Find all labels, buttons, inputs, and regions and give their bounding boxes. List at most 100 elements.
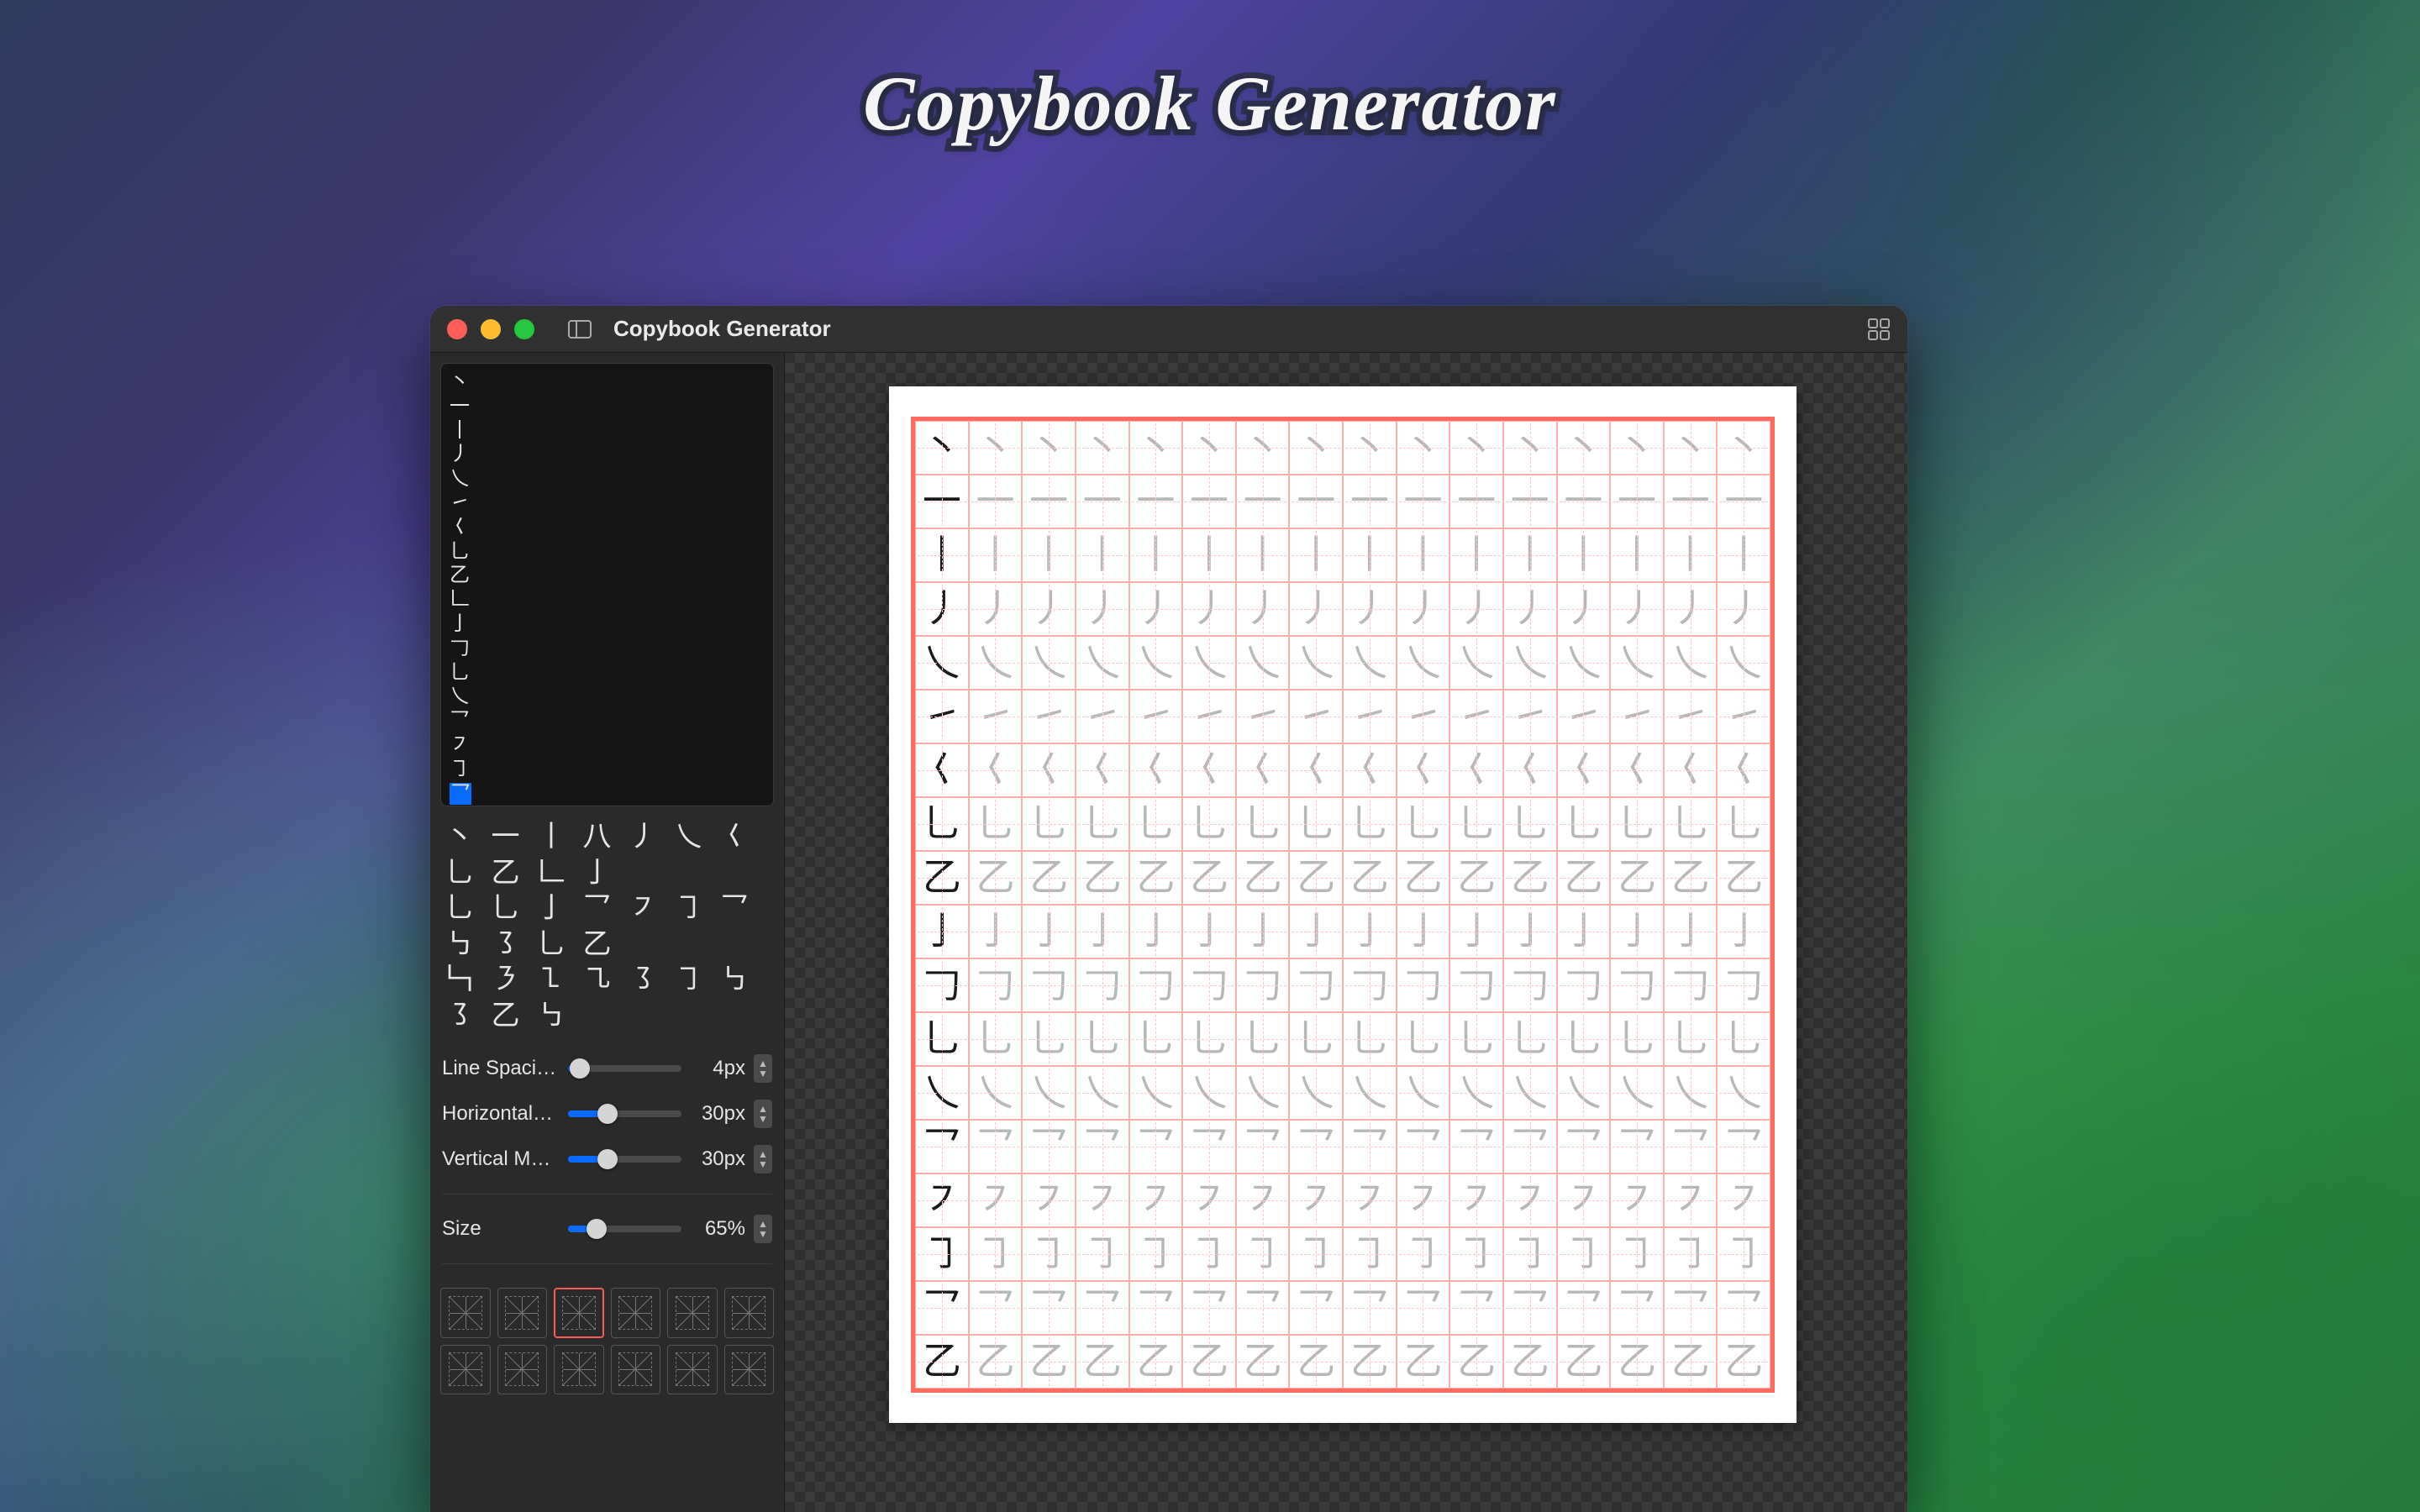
worksheet-cell: ㇆ [1022,1227,1076,1281]
worksheet-cell: 乙 [1397,851,1450,905]
grid-preset-0[interactable] [440,1288,491,1338]
worksheet-cell: 乛 [969,1120,1023,1173]
grid-preset-5[interactable] [724,1288,775,1338]
worksheet-cell: 亅 [1022,905,1076,958]
grid-preset-6[interactable] [440,1345,491,1395]
worksheet-cell: 乙 [915,851,969,905]
worksheet-cell: 乛 [1022,1120,1076,1173]
worksheet-cell: 乀 [1289,1066,1343,1120]
vertical-margin-stepper[interactable]: ▲▼ [754,1145,772,1173]
worksheet-cell: 乚 [1557,797,1611,851]
worksheet-cell: 乚 [969,1012,1023,1066]
worksheet-cell: ㇆ [1503,1227,1557,1281]
worksheet-cell: 乛 [1076,1281,1129,1335]
grid-preset-3[interactable] [611,1288,661,1338]
worksheet-cell: 𠃌 [1557,958,1611,1012]
worksheet-cell: 𡿨 [1557,743,1611,797]
worksheet-cell: 乀 [1503,636,1557,690]
worksheet-cell: 乚 [1289,797,1343,851]
character-input[interactable]: 丶 一 丨 丿 乀 ㇀ 𡿨 乚 乙 𠃊 亅 𠃌 乚 乀 乛 ㇇ ㇆ 乛 [440,363,774,806]
grid-preset-4[interactable] [667,1288,718,1338]
worksheet-row: 𡿨𡿨𡿨𡿨𡿨𡿨𡿨𡿨𡿨𡿨𡿨𡿨𡿨𡿨𡿨𡿨 [915,743,1770,797]
worksheet-cell: 丶 [1717,421,1770,475]
worksheet-cell: 乚 [1503,797,1557,851]
worksheet-row: 乚乚乚乚乚乚乚乚乚乚乚乚乚乚乚乚 [915,1012,1770,1066]
worksheet-cell: ㇆ [1664,1227,1718,1281]
worksheet-cell: 一 [1289,475,1343,528]
minimize-button[interactable] [481,319,501,339]
worksheet-row: 丨丨丨丨丨丨丨丨丨丨丨丨丨丨丨丨 [915,528,1770,582]
worksheet-cell: 丶 [1289,421,1343,475]
worksheet-cell: 丨 [969,528,1023,582]
maximize-button[interactable] [514,319,534,339]
grid-preset-10[interactable] [667,1345,718,1395]
worksheet-cell: 乛 [1557,1120,1611,1173]
worksheet-cell: 一 [1397,475,1450,528]
worksheet-cell: 丶 [1236,421,1290,475]
worksheet-cell: 乛 [1557,1281,1611,1335]
worksheet-cell: 乀 [1182,636,1236,690]
worksheet-cell: 乛 [1397,1120,1450,1173]
grid-preset-2[interactable] [554,1288,604,1338]
worksheet-cell: 丶 [1397,421,1450,475]
worksheet-cell: ㇇ [1664,1173,1718,1227]
worksheet-cell: 丿 [1129,582,1183,636]
sidebar-toggle-icon[interactable] [568,320,592,339]
worksheet-cell: 𡿨 [1022,743,1076,797]
worksheet-cell: ㇆ [915,1227,969,1281]
worksheet-cell: 一 [1557,475,1611,528]
stroke-palette[interactable]: 丶 一 丨 八 丿 乀 𡿨 乚 乙 𠃊 亅乚 乚 亅 乛 ㇇ ㇆ 乛 ㇉ ㇌ 乚… [440,816,774,1037]
worksheet-cell: 乙 [1610,1335,1664,1389]
grid-preset-7[interactable] [497,1345,548,1395]
worksheet-page: 丶丶丶丶丶丶丶丶丶丶丶丶丶丶丶丶一一一一一一一一一一一一一一一一丨丨丨丨丨丨丨丨… [889,386,1797,1423]
worksheet-cell: 丨 [1022,528,1076,582]
worksheet-cell: 一 [1503,475,1557,528]
worksheet-cell: ㇆ [1129,1227,1183,1281]
worksheet-cell: 𠃌 [969,958,1023,1012]
horizontal-margin-stepper[interactable]: ▲▼ [754,1100,772,1128]
vertical-margin-slider[interactable] [568,1156,681,1163]
size-stepper[interactable]: ▲▼ [754,1215,772,1243]
canvas-area[interactable]: 丶丶丶丶丶丶丶丶丶丶丶丶丶丶丶丶一一一一一一一一一一一一一一一一丨丨丨丨丨丨丨丨… [785,353,1907,1512]
worksheet-cell: 乙 [969,851,1023,905]
worksheet-cell: 乚 [1289,1012,1343,1066]
worksheet-row: 亅亅亅亅亅亅亅亅亅亅亅亅亅亅亅亅 [915,905,1770,958]
worksheet-cell: 乙 [1717,1335,1770,1389]
worksheet-cell: 丶 [1076,421,1129,475]
worksheet-cell: 乛 [915,1120,969,1173]
worksheet-cell: 乙 [1022,1335,1076,1389]
grid-preset-8[interactable] [554,1345,604,1395]
line-spacing-slider[interactable] [568,1065,681,1072]
worksheet-cell: 乚 [1557,1012,1611,1066]
worksheet-cell: 乚 [1717,797,1770,851]
horizontal-margin-slider[interactable] [568,1110,681,1117]
worksheet-cell: ㇆ [1449,1227,1503,1281]
worksheet-cell: 丶 [1557,421,1611,475]
horizontal-margin-label: Horizontal… [442,1102,560,1126]
grid-preset-11[interactable] [724,1345,775,1395]
window-title: Copybook Generator [613,316,831,342]
line-spacing-stepper[interactable]: ▲▼ [754,1054,772,1083]
grid-preset-1[interactable] [497,1288,548,1338]
view-grid-icon[interactable] [1867,318,1891,341]
close-button[interactable] [447,319,467,339]
worksheet-cell: ㇇ [1289,1173,1343,1227]
worksheet-row: 丶丶丶丶丶丶丶丶丶丶丶丶丶丶丶丶 [915,421,1770,475]
size-slider[interactable] [568,1226,681,1232]
worksheet-cell: 𡿨 [1449,743,1503,797]
vertical-margin-value: 30px [690,1147,745,1171]
worksheet-cell: 亅 [1182,905,1236,958]
worksheet-cell: 𡿨 [1236,743,1290,797]
worksheet-cell: 乛 [1449,1120,1503,1173]
worksheet-cell: 乚 [915,1012,969,1066]
worksheet-cell: 乙 [1076,1335,1129,1389]
worksheet-cell: 丿 [1022,582,1076,636]
worksheet-row: ㇀㇀㇀㇀㇀㇀㇀㇀㇀㇀㇀㇀㇀㇀㇀㇀ [915,690,1770,743]
worksheet-cell: 一 [1236,475,1290,528]
worksheet-cell: 乛 [1236,1120,1290,1173]
grid-preset-9[interactable] [611,1345,661,1395]
worksheet-cell: 𡿨 [1289,743,1343,797]
worksheet-row: 丿丿丿丿丿丿丿丿丿丿丿丿丿丿丿丿 [915,582,1770,636]
worksheet-cell: 乀 [1557,636,1611,690]
worksheet-cell: 乚 [1610,1012,1664,1066]
